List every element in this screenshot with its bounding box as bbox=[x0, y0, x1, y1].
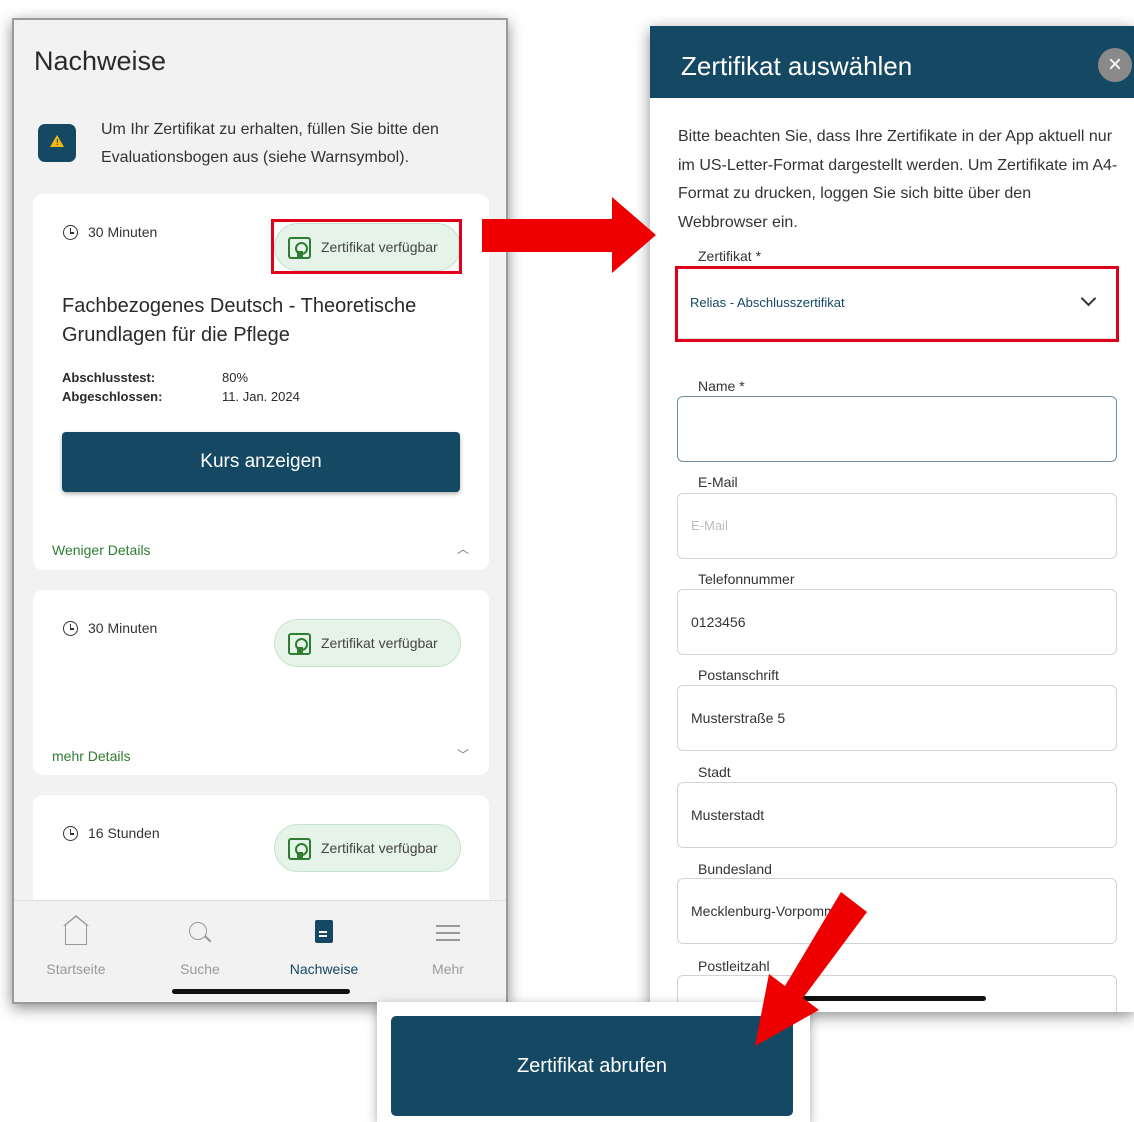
course-card: 30 Minuten Zertifikat verfügbar Fachbezo… bbox=[33, 194, 489, 570]
highlight-box bbox=[675, 266, 1119, 342]
email-placeholder: E-Mail bbox=[691, 518, 728, 533]
clock-icon bbox=[63, 225, 78, 240]
address-value: Musterstraße 5 bbox=[691, 710, 786, 726]
get-certificate-button[interactable]: Zertifikat abrufen bbox=[391, 1016, 793, 1116]
more-details-link[interactable]: mehr Details bbox=[52, 748, 131, 764]
nachweise-screen: Nachweise ! Um Ihr Zertifikat zu erhalte… bbox=[12, 18, 508, 1004]
course-title: Fachbezogenes Deutsch - Theoretische Gru… bbox=[62, 295, 417, 346]
state-field[interactable]: Mecklenburg-Vorpommern bbox=[677, 878, 1117, 944]
nav-label: Suche bbox=[180, 961, 220, 977]
certificate-icon bbox=[288, 633, 311, 655]
dialog-header: Zertifikat auswählen × bbox=[650, 26, 1134, 98]
less-details-link[interactable]: Weniger Details bbox=[52, 542, 151, 558]
phone-field[interactable]: 0123456 bbox=[677, 589, 1117, 655]
badge-label: Zertifikat verfügbar bbox=[321, 840, 438, 856]
clock-icon bbox=[63, 826, 78, 841]
nav-label: Nachweise bbox=[289, 961, 359, 977]
nav-label: Mehr bbox=[432, 961, 464, 977]
home-indicator bbox=[172, 989, 350, 994]
address-label: Postanschrift bbox=[698, 667, 779, 683]
chevron-down-icon[interactable]: ﹀ bbox=[457, 746, 469, 763]
address-field[interactable]: Musterstraße 5 bbox=[677, 685, 1117, 751]
menu-icon bbox=[436, 925, 460, 927]
arrow-right-icon bbox=[482, 197, 656, 273]
nav-item-startseite[interactable]: Startseite bbox=[14, 901, 138, 991]
exam-label: Abschlusstest: bbox=[62, 370, 156, 385]
name-label: Name * bbox=[698, 378, 745, 394]
course-duration: 30 Minuten bbox=[88, 224, 158, 240]
certificate-select-label: Zertifikat * bbox=[698, 248, 762, 264]
highlight-box bbox=[271, 219, 462, 274]
email-label: E-Mail bbox=[698, 474, 738, 490]
certificate-available-badge[interactable]: Zertifikat verfügbar bbox=[274, 824, 461, 872]
close-icon[interactable]: × bbox=[1098, 48, 1132, 82]
nav-label: Startseite bbox=[46, 961, 106, 977]
tutorial-composite: Nachweise ! Um Ihr Zertifikat zu erhalte… bbox=[0, 0, 1134, 1122]
nav-item-mehr[interactable]: Mehr bbox=[386, 901, 506, 991]
city-label: Stadt bbox=[698, 764, 731, 780]
phone-label: Telefonnummer bbox=[698, 571, 795, 587]
course-card: 30 Minuten Zertifikat verfügbar mehr Det… bbox=[33, 590, 489, 775]
view-course-button[interactable]: Kurs anzeigen bbox=[62, 432, 460, 492]
clock-icon bbox=[63, 621, 78, 636]
arrow-down-left-icon bbox=[755, 892, 867, 1046]
page-title: Nachweise bbox=[34, 46, 167, 76]
nav-item-nachweise[interactable]: Nachweise bbox=[262, 901, 386, 991]
phone-value: 0123456 bbox=[691, 614, 746, 630]
search-icon bbox=[189, 922, 207, 940]
certificate-dialog: Zertifikat auswählen × Bitte beachten Si… bbox=[650, 26, 1134, 1012]
name-field[interactable] bbox=[677, 396, 1117, 462]
completed-value: 11. Jan. 2024 bbox=[222, 389, 300, 404]
completed-label: Abgeschlossen: bbox=[62, 389, 163, 404]
city-value: Musterstadt bbox=[691, 807, 765, 823]
document-icon bbox=[315, 920, 333, 943]
certificate-available-badge[interactable]: Zertifikat verfügbar bbox=[274, 619, 461, 667]
warning-message: Um Ihr Zertifikat zu erhalten, füllen Si… bbox=[101, 121, 439, 166]
dialog-title: Zertifikat auswählen bbox=[681, 51, 913, 81]
badge-label: Zertifikat verfügbar bbox=[321, 635, 438, 651]
city-field[interactable]: Musterstadt bbox=[677, 782, 1117, 848]
certificate-icon bbox=[288, 838, 311, 860]
email-field[interactable]: E-Mail bbox=[677, 493, 1117, 559]
nav-item-suche[interactable]: Suche bbox=[138, 901, 262, 991]
exam-value: 80% bbox=[222, 370, 249, 385]
course-duration: 16 Stunden bbox=[88, 825, 160, 841]
format-notice: Bitte beachten Sie, dass Ihre Zertifikat… bbox=[678, 128, 1118, 231]
chevron-up-icon[interactable]: ︿ bbox=[457, 540, 469, 557]
state-label: Bundesland bbox=[698, 861, 772, 877]
course-duration: 30 Minuten bbox=[88, 620, 158, 636]
warning-icon: ! bbox=[38, 124, 76, 162]
